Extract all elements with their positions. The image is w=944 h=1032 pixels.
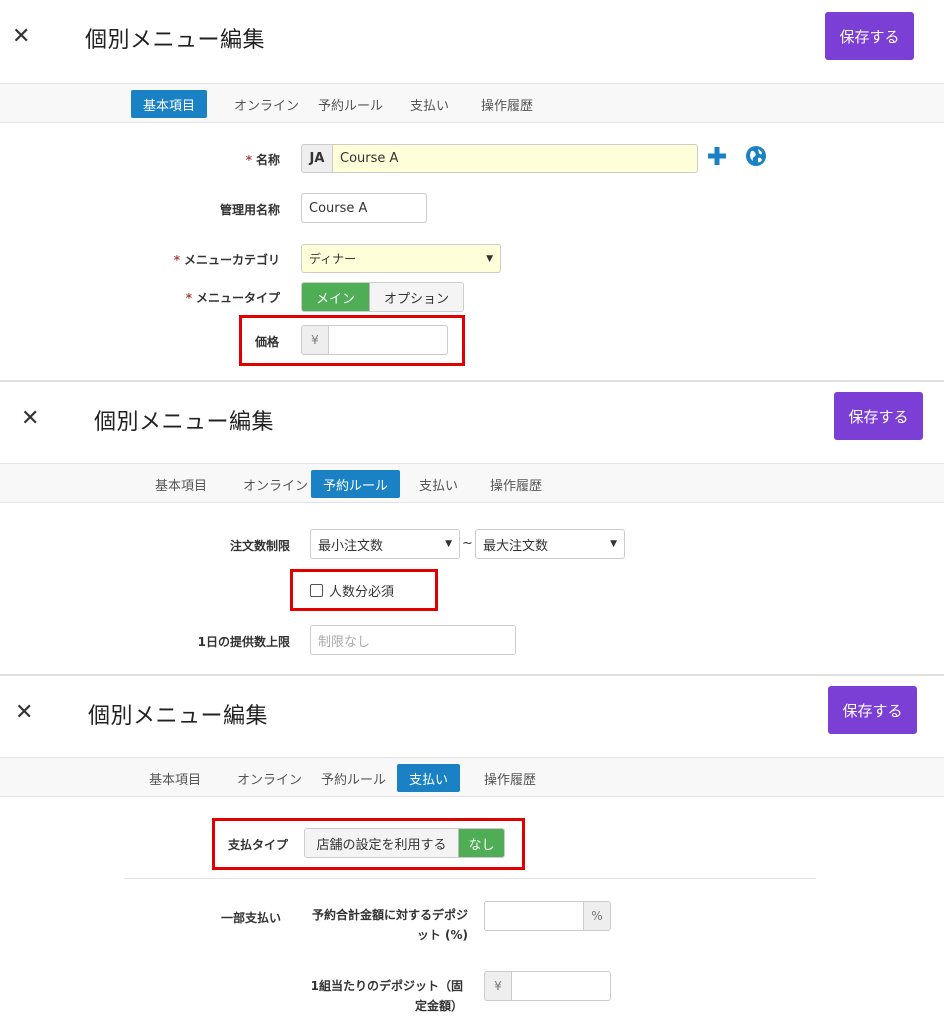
payment-type-toggle: 店舗の設定を利用する なし xyxy=(304,828,505,858)
menu-type-main-button[interactable]: メイン xyxy=(302,283,369,311)
per-person-checkbox-row[interactable]: 人数分必須 xyxy=(310,581,394,600)
tab-online[interactable]: オンライン xyxy=(225,764,314,792)
tab-reservation-rules[interactable]: 予約ルール xyxy=(309,764,398,792)
tab-reservation-rules[interactable]: 予約ルール xyxy=(311,470,401,498)
partial-payment-label: 一部支払い xyxy=(221,911,282,925)
payment-type-none-button[interactable]: なし xyxy=(458,829,504,857)
page-title: 個別メニュー編集 xyxy=(94,410,275,435)
save-button[interactable]: 保存する xyxy=(834,392,923,440)
tab-bar: 基本項目 オンライン 予約ルール 支払い 操作履歴 xyxy=(0,463,944,503)
tab-reservation-rules[interactable]: 予約ルール xyxy=(306,90,395,118)
tab-online[interactable]: オンライン xyxy=(231,470,320,498)
payment-type-label: 支払タイプ xyxy=(228,838,289,852)
deposit-fixed-input[interactable] xyxy=(511,971,611,1001)
divider xyxy=(124,878,816,879)
payment-type-store-setting-button[interactable]: 店舗の設定を利用する xyxy=(305,829,458,857)
plus-icon[interactable] xyxy=(707,146,727,166)
tab-payment[interactable]: 支払い xyxy=(397,764,461,792)
currency-addon: ¥ xyxy=(484,971,512,1001)
tab-history[interactable]: 操作履歴 xyxy=(478,470,554,498)
min-order-select[interactable]: 最小注文数 ▼ xyxy=(310,529,460,559)
daily-limit-placeholder: 制限なし xyxy=(318,634,371,650)
menu-type-option-button[interactable]: オプション xyxy=(369,283,463,311)
percent-addon: % xyxy=(583,901,611,931)
tab-history[interactable]: 操作履歴 xyxy=(469,90,545,118)
chevron-down-icon: ▼ xyxy=(486,253,493,264)
menu-type-label: * メニュータイプ xyxy=(185,291,280,305)
chevron-down-icon: ▼ xyxy=(445,539,452,549)
category-select[interactable]: ディナー ▼ xyxy=(301,244,501,273)
save-button[interactable]: 保存する xyxy=(828,686,917,734)
admin-name-input[interactable]: Course A xyxy=(301,193,427,223)
per-person-label: 人数分必須 xyxy=(329,585,395,600)
page-title: 個別メニュー編集 xyxy=(88,704,269,729)
close-icon[interactable]: ✕ xyxy=(12,26,30,48)
tab-basic[interactable]: 基本項目 xyxy=(137,764,213,792)
chevron-down-icon: ▼ xyxy=(610,539,617,549)
tab-payment[interactable]: 支払い xyxy=(407,470,470,498)
order-limit-label: 注文数制限 xyxy=(229,539,290,553)
category-label: * メニューカテゴリ xyxy=(173,253,280,267)
deposit-percent-label: 予約合計金額に対するデポジット (%) xyxy=(311,908,468,942)
daily-limit-label: 1日の提供数上限 xyxy=(197,635,290,649)
language-badge: JA xyxy=(301,144,333,173)
close-icon[interactable]: ✕ xyxy=(15,702,33,724)
close-icon[interactable]: ✕ xyxy=(21,408,39,430)
daily-limit-input[interactable]: 制限なし xyxy=(310,625,516,655)
globe-icon[interactable] xyxy=(745,145,767,167)
tab-history[interactable]: 操作履歴 xyxy=(472,764,548,792)
name-input[interactable]: Course A xyxy=(332,144,698,173)
panel-payment: ✕ 個別メニュー編集 保存する 基本項目 オンライン 予約ルール 支払い 操作履… xyxy=(0,674,944,1032)
range-separator: ~ xyxy=(462,536,473,551)
tab-basic[interactable]: 基本項目 xyxy=(131,90,208,118)
panel-reservation-rules: ✕ 個別メニュー編集 保存する 基本項目 オンライン 予約ルール 支払い 操作履… xyxy=(0,380,944,674)
save-button[interactable]: 保存する xyxy=(825,12,914,60)
tab-bar: 基本項目 オンライン 予約ルール 支払い 操作履歴 xyxy=(0,757,944,797)
deposit-fixed-label: 1組当たりのデポジット（固定金額） xyxy=(310,979,463,1013)
currency-addon: ¥ xyxy=(301,325,329,355)
deposit-percent-input[interactable] xyxy=(484,901,584,931)
tab-payment[interactable]: 支払い xyxy=(398,90,461,118)
admin-name-label: 管理用名称 xyxy=(219,203,280,217)
tab-bar: 基本項目 オンライン 予約ルール 支払い 操作履歴 xyxy=(0,83,944,123)
menu-type-toggle: メイン オプション xyxy=(301,282,464,312)
per-person-checkbox[interactable] xyxy=(310,584,323,597)
price-label: 価格 xyxy=(255,335,280,349)
category-value: ディナー xyxy=(309,252,357,266)
page-title: 個別メニュー編集 xyxy=(85,28,266,53)
panel-basic: ✕ 個別メニュー編集 保存する 基本項目 オンライン 予約ルール 支払い 操作履… xyxy=(0,0,944,380)
max-order-select[interactable]: 最大注文数 ▼ xyxy=(475,529,625,559)
min-order-value: 最小注文数 xyxy=(318,538,384,554)
tab-basic[interactable]: 基本項目 xyxy=(143,470,219,498)
name-label: * 名称 xyxy=(245,153,280,167)
max-order-value: 最大注文数 xyxy=(483,538,549,554)
price-input[interactable] xyxy=(328,325,448,355)
tab-online[interactable]: オンライン xyxy=(222,90,311,118)
